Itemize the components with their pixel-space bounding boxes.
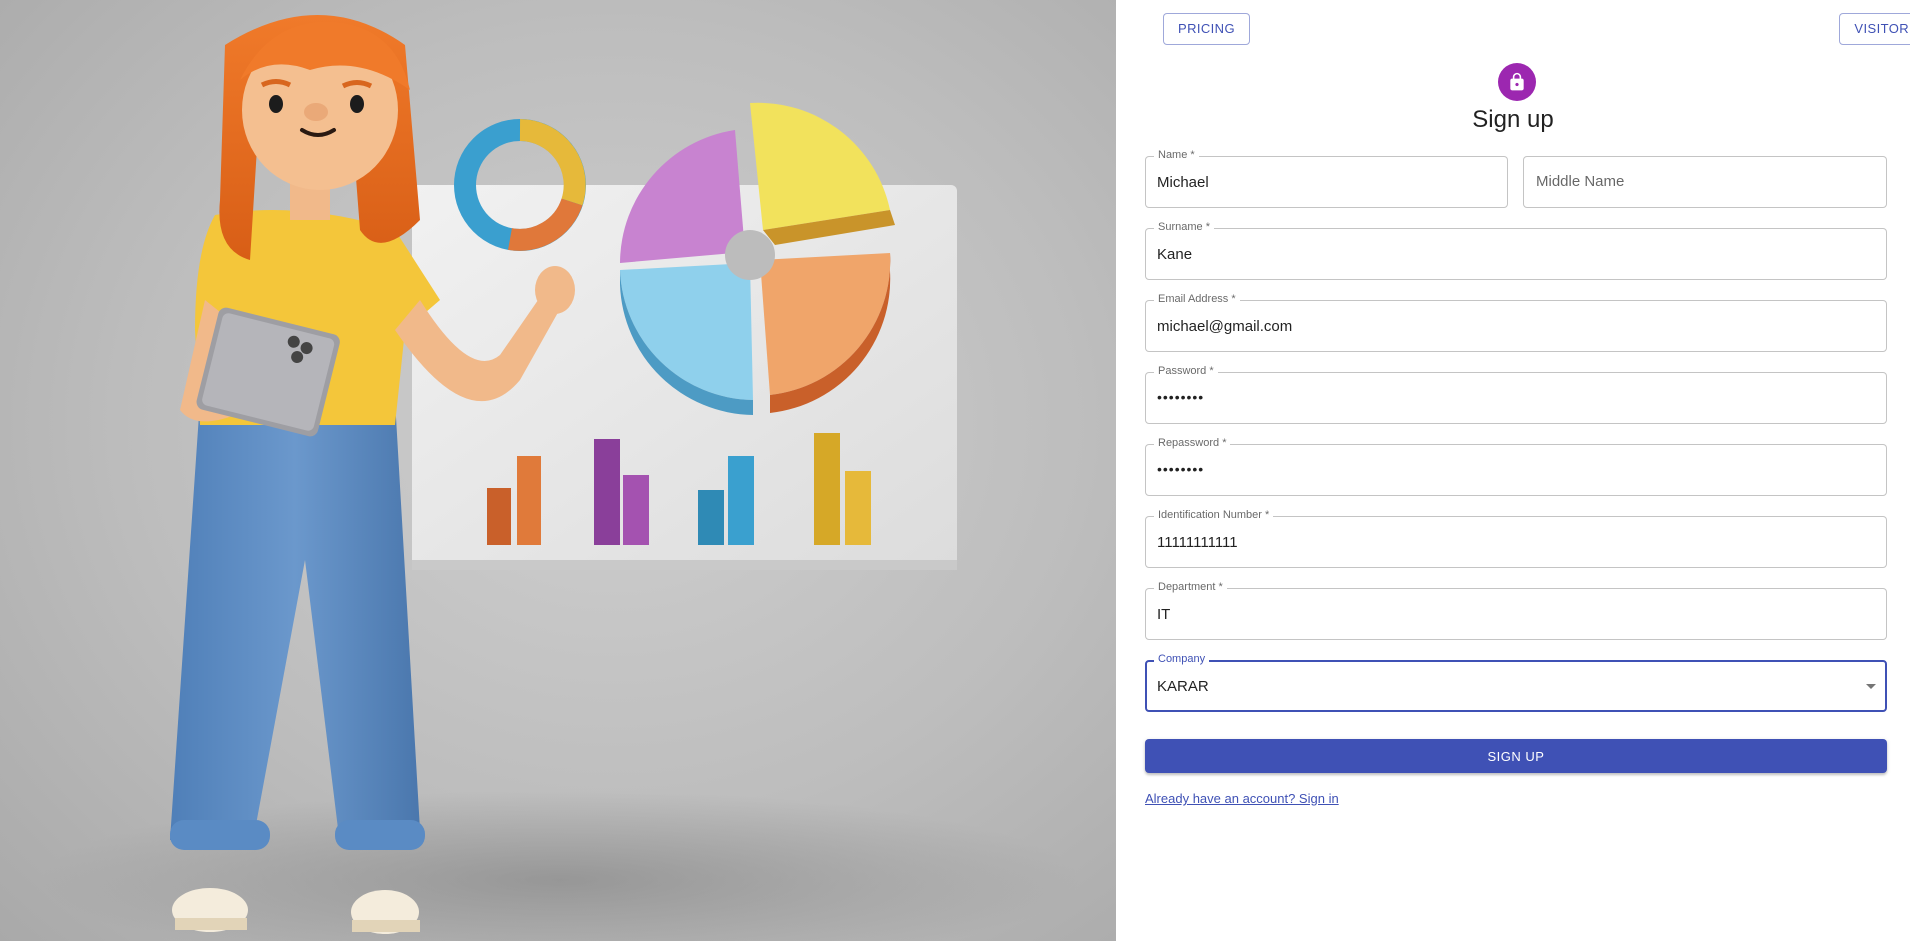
illustration-svg <box>40 15 1080 941</box>
company-label: Company <box>1154 652 1210 666</box>
email-field[interactable]: Email Address * michael@gmail.com <box>1145 292 1887 352</box>
password-label: Password * <box>1154 364 1218 378</box>
identification-number-label: Identification Number * <box>1154 508 1274 522</box>
visitor-button[interactable]: VISITOR <box>1839 13 1910 45</box>
hero-illustration <box>0 0 1116 941</box>
department-value: IT <box>1157 606 1171 623</box>
surname-value: Kane <box>1157 246 1193 263</box>
department-label: Department * <box>1154 580 1227 594</box>
repassword-label: Repassword * <box>1154 436 1231 450</box>
repassword-field[interactable]: Repassword * •••••••• <box>1145 436 1887 496</box>
password-field[interactable]: Password * •••••••• <box>1145 364 1887 424</box>
pricing-button[interactable]: PRICING <box>1163 13 1250 45</box>
repassword-value: •••••••• <box>1157 461 1205 477</box>
chevron-down-icon[interactable] <box>1866 684 1876 689</box>
name-label: Name * <box>1154 148 1199 162</box>
email-value: michael@gmail.com <box>1157 318 1293 335</box>
company-value: KARAR <box>1157 678 1209 695</box>
sign-in-link[interactable]: Already have an account? Sign in <box>1145 791 1339 806</box>
lock-icon <box>1510 72 1524 91</box>
identification-number-value: 11111111111 <box>1157 534 1238 551</box>
identification-number-field[interactable]: Identification Number * 11111111111 <box>1145 508 1887 568</box>
name-value: Michael <box>1157 174 1209 191</box>
password-value: •••••••• <box>1157 389 1205 405</box>
company-select[interactable]: Company KARAR <box>1145 652 1887 712</box>
surname-field[interactable]: Surname * Kane <box>1145 220 1887 280</box>
page-title: Sign up <box>1472 106 1554 133</box>
sign-up-button[interactable]: SIGN UP <box>1145 739 1887 773</box>
email-label: Email Address * <box>1154 292 1240 306</box>
middle-name-field[interactable]: Middle Name <box>1523 156 1887 208</box>
surname-label: Surname * <box>1154 220 1214 234</box>
avatar <box>1498 63 1536 101</box>
middle-name-placeholder: Middle Name <box>1536 173 1625 190</box>
name-field[interactable]: Name * Michael <box>1145 148 1508 208</box>
department-field[interactable]: Department * IT <box>1145 580 1887 640</box>
signup-panel: PRICING VISITOR Sign up Name * Michael M… <box>1116 0 1910 941</box>
